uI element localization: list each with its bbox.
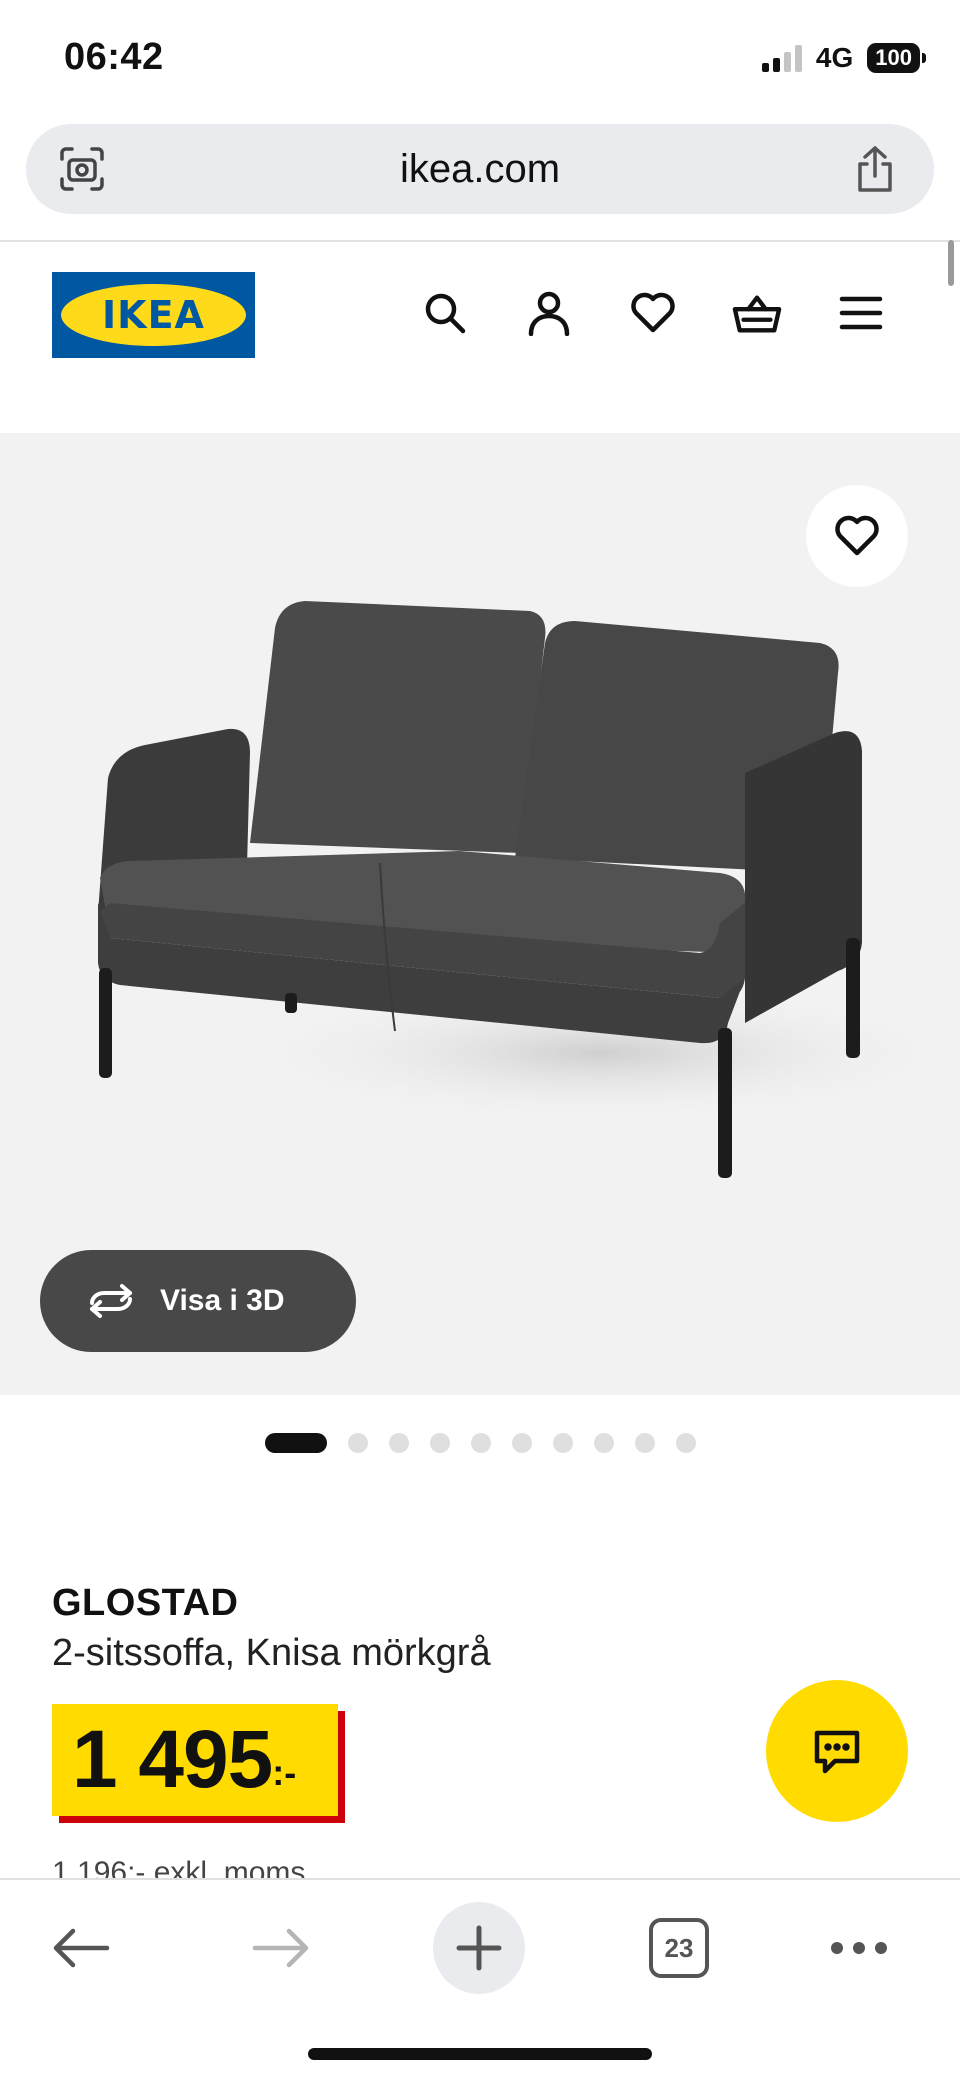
divider	[0, 240, 960, 242]
chat-button[interactable]	[766, 1680, 908, 1822]
heart-icon	[835, 515, 879, 556]
search-icon[interactable]	[420, 288, 470, 338]
carousel-dot[interactable]	[676, 1433, 696, 1453]
price-value: 1 495	[72, 1714, 273, 1805]
menu-icon[interactable]	[836, 288, 886, 338]
tabs-icon: 23	[649, 1918, 709, 1978]
header-actions	[420, 288, 886, 338]
network-label: 4G	[815, 42, 854, 73]
status-time: 06:42	[64, 36, 164, 78]
rotate-3d-icon	[90, 1284, 132, 1318]
account-icon[interactable]	[524, 288, 574, 338]
heart-icon[interactable]	[628, 288, 678, 338]
product-name: GLOSTAD	[52, 1582, 239, 1624]
status-indicators: 4G 100	[761, 42, 926, 74]
price-tag: 1 495 :-	[52, 1704, 338, 1816]
forward-button[interactable]	[248, 1910, 314, 1986]
basket-icon[interactable]	[732, 288, 782, 338]
signal-icon	[761, 44, 802, 72]
more-icon	[831, 1942, 887, 1954]
price-suffix: :-	[272, 1752, 297, 1793]
tabs-button[interactable]: 23	[646, 1910, 712, 1986]
url-text[interactable]: ikea.com	[400, 147, 560, 192]
carousel-dot[interactable]	[430, 1433, 450, 1453]
logo-text: IKEA	[102, 293, 205, 337]
product-image[interactable]: Visa i 3D	[0, 433, 960, 1395]
address-bar[interactable]: ikea.com	[26, 124, 934, 214]
carousel-dot[interactable]	[594, 1433, 614, 1453]
back-button[interactable]	[48, 1910, 114, 1986]
more-button[interactable]	[826, 1910, 892, 1986]
scrollbar[interactable]	[948, 240, 954, 286]
camera-search-icon[interactable]	[58, 145, 106, 193]
ikea-logo[interactable]: IKEA	[52, 272, 255, 358]
share-icon[interactable]	[852, 144, 898, 194]
view-in-3d-label: Visa i 3D	[160, 1284, 285, 1317]
image-carousel-indicator[interactable]	[265, 1433, 696, 1453]
chat-icon	[814, 1730, 860, 1774]
carousel-dot[interactable]	[635, 1433, 655, 1453]
new-tab-button[interactable]	[433, 1902, 525, 1994]
favorite-button[interactable]	[806, 485, 908, 587]
status-bar: 06:42 4G 100	[0, 0, 960, 110]
carousel-dot[interactable]	[348, 1433, 368, 1453]
carousel-dot[interactable]	[389, 1433, 409, 1453]
carousel-dot[interactable]	[553, 1433, 573, 1453]
product-description: 2-sitssoffa, Knisa mörkgrå	[52, 1632, 491, 1674]
carousel-dot[interactable]	[471, 1433, 491, 1453]
view-in-3d-button[interactable]: Visa i 3D	[40, 1250, 356, 1352]
carousel-dot-active[interactable]	[265, 1433, 327, 1453]
forward-arrow-icon	[252, 1928, 309, 1968]
battery-icon: 100	[867, 43, 926, 73]
back-arrow-icon	[53, 1928, 110, 1968]
home-indicator[interactable]	[308, 2048, 652, 2060]
carousel-dot[interactable]	[512, 1433, 532, 1453]
logo-oval: IKEA	[61, 284, 246, 346]
plus-icon	[456, 1925, 502, 1971]
